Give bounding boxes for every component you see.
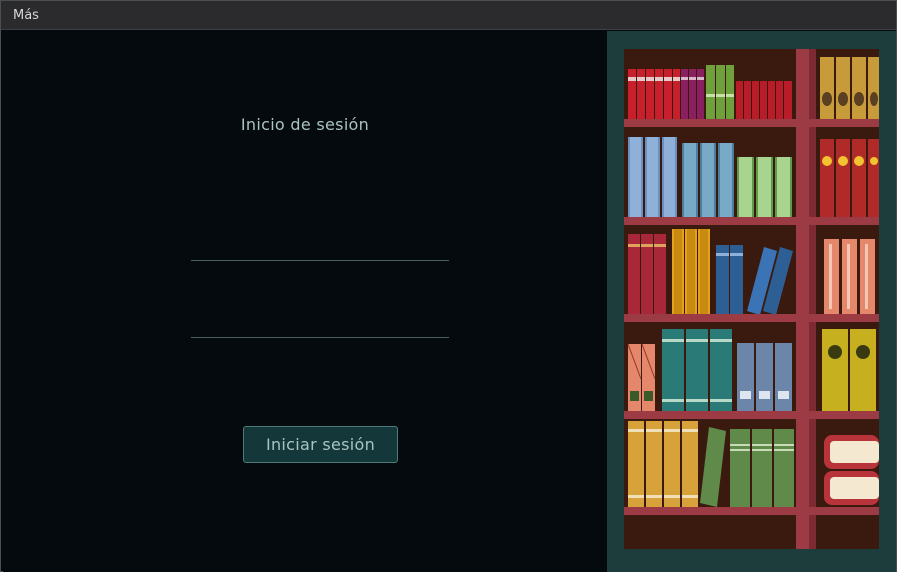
menu-bar: Más [1, 1, 896, 30]
login-button[interactable]: Iniciar sesión [243, 426, 398, 463]
illustration-panel [607, 31, 896, 572]
username-field[interactable] [191, 229, 449, 261]
menu-mas[interactable]: Más [13, 8, 39, 23]
password-field[interactable] [191, 306, 449, 338]
app-window: Más Inicio de sesión Iniciar sesión [0, 0, 897, 572]
bookshelf-illustration [624, 49, 879, 549]
login-panel: Inicio de sesión Iniciar sesión [3, 31, 607, 572]
login-title: Inicio de sesión [240, 115, 370, 134]
